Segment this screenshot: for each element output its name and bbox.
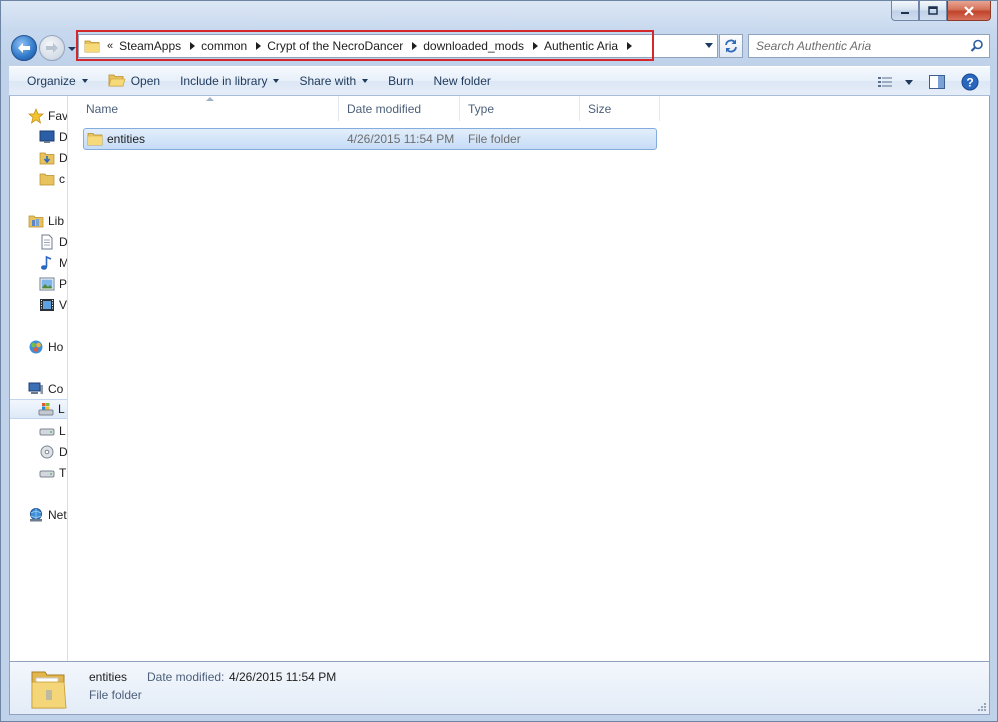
dvd-drive-icon [40,445,54,459]
downloads-folder-icon [39,152,55,165]
command-bar: Organize Open Include in library Share w… [9,66,990,96]
svg-text:?: ? [966,76,973,90]
desktop-icon [39,130,55,143]
close-icon [964,5,974,16]
star-icon [28,108,44,124]
column-header-size[interactable]: Size [580,96,660,121]
arrow-right-icon [46,43,58,53]
organize-button[interactable]: Organize [9,70,98,92]
hard-drive-icon [39,470,55,478]
nav-network[interactable]: Net [28,505,67,525]
open-folder-icon [108,74,126,87]
new-folder-button[interactable]: New folder [424,70,501,92]
nav-lib-item-documents[interactable]: D [39,232,67,252]
column-header-type[interactable]: Type [460,96,580,121]
burn-button[interactable]: Burn [378,70,423,92]
table-row[interactable]: entities 4/26/2015 11:54 PM File folder [83,128,657,150]
nav-homegroup[interactable]: Ho [28,337,63,357]
nav-computer-item-drive-2[interactable]: L [39,421,66,441]
preview-pane-button[interactable] [926,71,948,93]
open-button[interactable]: Open [98,70,170,92]
library-icon [28,215,44,228]
caret-down-icon [273,79,280,83]
change-view-button[interactable] [875,71,916,93]
nav-computer[interactable]: Co [28,379,63,399]
nav-fav-item-folder[interactable]: c [39,169,65,189]
file-date-modified: 4/26/2015 11:54 PM [347,132,455,146]
help-button[interactable]: ? [958,71,982,93]
picture-icon [39,277,55,291]
details-date-label: Date modified: [147,670,225,684]
navigation-bar: « SteamApps common Crypt of the NecroDan… [1,30,997,65]
nav-lib-item-videos[interactable]: V [39,295,67,315]
close-button[interactable] [947,1,991,21]
caret-down-icon [362,79,369,83]
folder-large-icon [31,671,67,709]
computer-icon [28,382,43,394]
caret-down-icon [81,79,88,83]
nav-fav-item-desktop[interactable]: D [39,127,67,147]
file-type: File folder [468,132,521,146]
details-file-name: entities [89,670,128,684]
details-pane: entities Date modified: 4/26/2015 11:54 … [9,661,990,715]
preview-pane-icon [929,75,945,89]
column-header-date-modified[interactable]: Date modified [339,96,460,121]
film-icon [40,299,54,311]
file-name: entities [107,132,146,146]
nav-favorites[interactable]: Fav [28,106,67,126]
minimize-icon [901,11,909,14]
refresh-button[interactable] [719,34,743,58]
arrow-left-icon [18,43,30,53]
caret-down-icon [905,79,913,85]
address-highlight-annotation [76,30,654,61]
caption-buttons [891,1,991,21]
hard-drive-icon [39,428,55,436]
file-list: Name Date modified Type Size entities 4/… [69,96,989,661]
navigation-pane: Fav D D c Lib D M P V Ho Co L L D T Net [10,96,68,661]
details-date-value: 4/26/2015 11:54 PM [229,670,337,684]
document-icon [41,234,53,250]
content-area: Fav D D c Lib D M P V Ho Co L L D T Net … [9,96,990,661]
music-note-icon [41,255,52,270]
folder-icon [87,133,103,146]
include-in-library-button[interactable]: Include in library [170,70,289,92]
search-icon [970,39,983,52]
forward-button[interactable] [39,35,65,61]
nav-computer-item-local-disk[interactable]: L [10,399,67,419]
minimize-button[interactable] [891,1,919,21]
details-file-type: File folder [89,688,142,702]
refresh-icon [725,39,737,53]
maximize-button[interactable] [919,1,947,21]
help-icon: ? [961,73,979,91]
resize-grip-icon[interactable] [977,702,987,712]
address-dropdown-icon[interactable] [705,43,713,48]
nav-fav-item-downloads[interactable]: D [39,148,67,168]
nav-lib-item-music[interactable]: M [39,253,67,273]
nav-computer-item-drive-4[interactable]: T [39,463,66,483]
share-with-button[interactable]: Share with [289,70,378,92]
explorer-window: « SteamApps common Crypt of the NecroDan… [0,0,998,722]
maximize-icon [928,6,938,15]
nav-computer-item-dvd-drive[interactable]: D [39,442,67,462]
network-icon [30,508,42,522]
search-box[interactable] [748,34,990,58]
details-view-icon [878,77,892,87]
column-header-name[interactable]: Name [69,96,339,121]
view-controls: ? [875,71,982,93]
windows-drive-icon [38,403,54,416]
homegroup-icon [29,340,43,354]
nav-libraries[interactable]: Lib [28,211,64,231]
nav-lib-item-pictures[interactable]: P [39,274,67,294]
search-input[interactable] [749,39,961,53]
folder-icon [39,173,55,186]
back-button[interactable] [11,35,37,61]
